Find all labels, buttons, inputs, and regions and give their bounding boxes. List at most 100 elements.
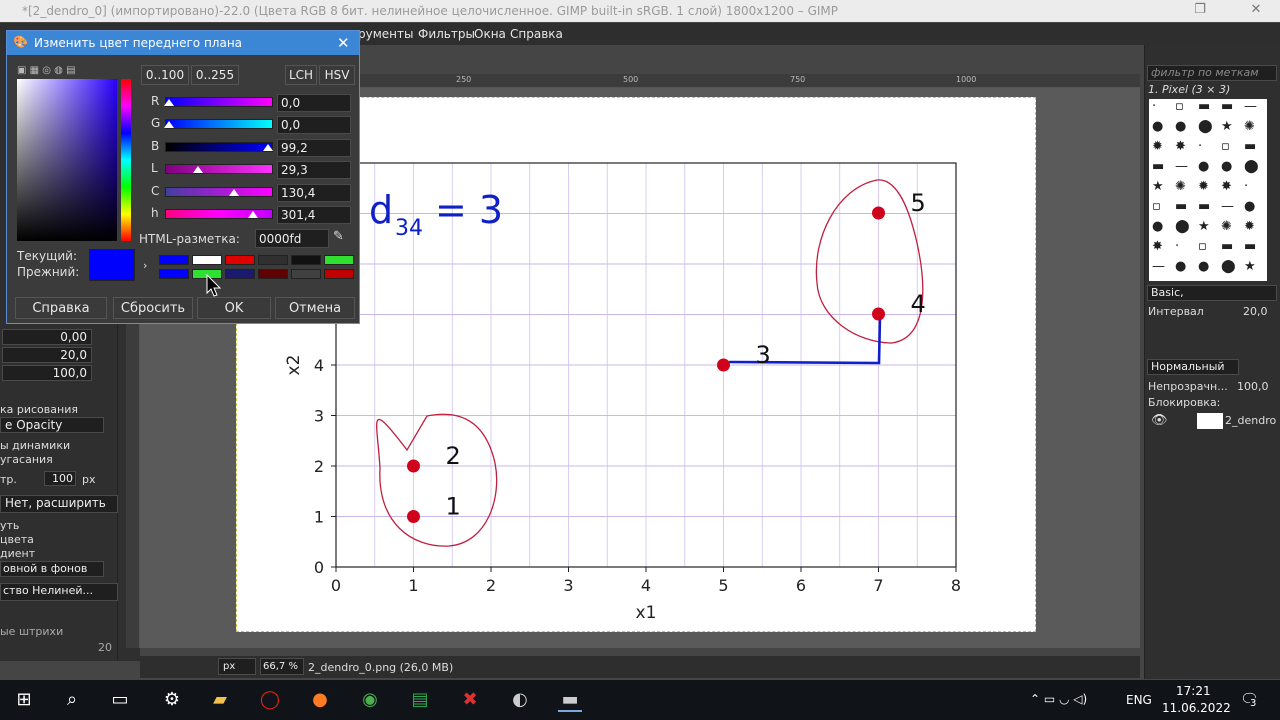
- brush-preset[interactable]: ▫: [1152, 199, 1161, 214]
- opera-icon[interactable]: ◯: [258, 688, 282, 712]
- html-color-input[interactable]: 0000fd: [255, 229, 329, 248]
- tag-filter-input[interactable]: фильтр по меткам: [1147, 65, 1277, 81]
- brush-preset[interactable]: ▬: [1221, 239, 1233, 254]
- color-square[interactable]: [17, 79, 117, 241]
- layer-name[interactable]: 2_dendro: [1225, 414, 1276, 427]
- brush-preset[interactable]: ●: [1152, 219, 1163, 234]
- brush-preset[interactable]: ✺: [1221, 219, 1232, 234]
- picker-tabs-icon[interactable]: ▣ ▦ ◎ ◍ ▤: [17, 65, 76, 76]
- windows-start-icon[interactable]: ⊞: [12, 688, 36, 712]
- ok-button[interactable]: OK: [197, 297, 271, 319]
- channel-value-input[interactable]: 0,0: [277, 116, 351, 135]
- menu-filters[interactable]: Фильтры: [418, 27, 475, 41]
- brush-preset[interactable]: ▬: [1244, 139, 1256, 154]
- menu-windows[interactable]: Окна: [474, 27, 506, 41]
- channel-value-input[interactable]: 130,4: [277, 183, 351, 202]
- brush-preset[interactable]: ▫: [1175, 99, 1184, 114]
- brush-preset[interactable]: ✺: [1175, 179, 1186, 194]
- restore-button[interactable]: ❐: [1180, 2, 1220, 20]
- unit-select[interactable]: px: [82, 473, 96, 486]
- clock-date[interactable]: 11.06.2022: [1162, 701, 1231, 715]
- language-indicator[interactable]: ENG: [1126, 693, 1152, 707]
- brush-preset[interactable]: ✹: [1152, 139, 1163, 154]
- brush-preset[interactable]: ▬: [1198, 99, 1210, 114]
- blend-field[interactable]: овной в фонов: [0, 561, 104, 577]
- option-value-3[interactable]: 100,0: [2, 365, 92, 381]
- history-swatch[interactable]: [324, 269, 354, 279]
- brush-preset[interactable]: ●: [1152, 119, 1163, 134]
- lch-button[interactable]: LCH: [285, 65, 317, 85]
- brush-preset[interactable]: —: [1175, 159, 1188, 174]
- slider-handle[interactable]: [193, 166, 204, 174]
- hsv-button[interactable]: HSV: [319, 65, 355, 85]
- brush-preset[interactable]: ▬: [1175, 199, 1187, 214]
- slider-handle[interactable]: [229, 188, 239, 196]
- option-value-1[interactable]: 0,00: [2, 329, 92, 345]
- brush-preset[interactable]: ·: [1198, 139, 1202, 154]
- history-swatch[interactable]: [324, 255, 354, 265]
- brush-preset[interactable]: ●: [1175, 259, 1186, 274]
- brush-preset[interactable]: ⬤: [1244, 159, 1259, 174]
- brush-preset-select[interactable]: Basic,: [1147, 285, 1277, 301]
- hue-strip[interactable]: [121, 79, 131, 241]
- channel-value-input[interactable]: 29,3: [277, 161, 351, 180]
- gimp-icon[interactable]: ▬: [558, 688, 582, 712]
- brush-preset[interactable]: ✸: [1152, 239, 1163, 254]
- tray-icons[interactable]: ⌃ ▭ ◡ ◁): [1030, 692, 1087, 706]
- brush-preset[interactable]: ●: [1244, 199, 1255, 214]
- task-view-icon[interactable]: ▭: [108, 688, 132, 712]
- clock-time[interactable]: 17:21: [1176, 684, 1211, 698]
- firefox-icon[interactable]: ●: [308, 688, 332, 712]
- history-swatch[interactable]: [225, 269, 255, 279]
- brush-grid[interactable]: · ▫ ▬ ▬ — ● ● ⬤ ★ ✺ ✹ ✸ · ▫ ▬ ▬ — ● ● ⬤ ★ ✺ ✹ ✸ · ▫ ▬ ▬ — ● ● ⬤ ★ ✺ ✹ ✸ · ▫ ▬ ▬…: [1149, 99, 1267, 281]
- channel-slider[interactable]: [165, 209, 273, 219]
- brush-preset[interactable]: ▫: [1221, 139, 1230, 154]
- search-icon[interactable]: ⌕: [60, 688, 84, 712]
- obs-icon[interactable]: ◐: [508, 688, 532, 712]
- channel-slider[interactable]: [165, 141, 274, 152]
- channel-slider[interactable]: [165, 164, 273, 175]
- reset-button[interactable]: Сбросить: [113, 297, 193, 319]
- brush-preset[interactable]: ✸: [1175, 139, 1186, 154]
- brush-preset[interactable]: ·: [1175, 239, 1179, 254]
- opacity-value[interactable]: 100,0: [1237, 380, 1269, 393]
- brush-preset[interactable]: ·: [1152, 99, 1156, 114]
- space-field[interactable]: ство Нелиней...: [0, 583, 118, 601]
- brush-preset[interactable]: —: [1152, 259, 1165, 274]
- close-window-button[interactable]: ✕: [1236, 2, 1276, 20]
- channel-slider[interactable]: [165, 186, 273, 197]
- history-swatch[interactable]: [291, 255, 321, 265]
- brush-preset[interactable]: ▫: [1198, 239, 1207, 254]
- dynamics-field[interactable]: e Opacity: [0, 417, 104, 433]
- slider-handle[interactable]: [263, 143, 274, 151]
- zoom-field[interactable]: 66,7 %: [260, 658, 304, 675]
- brush-preset[interactable]: ▬: [1198, 199, 1210, 214]
- chrome-icon[interactable]: ◉: [358, 688, 382, 712]
- app-icon[interactable]: ✖: [458, 688, 482, 712]
- brush-preset[interactable]: ★: [1198, 219, 1210, 234]
- unit-select[interactable]: px: [218, 658, 256, 675]
- brush-preset[interactable]: ▬: [1152, 159, 1164, 174]
- brush-preset[interactable]: ✹: [1244, 219, 1255, 234]
- range-100-button[interactable]: 0..100: [141, 65, 189, 85]
- help-button[interactable]: Справка: [15, 297, 107, 319]
- interval-value[interactable]: 20,0: [1243, 305, 1268, 318]
- brush-preset[interactable]: ●: [1198, 259, 1209, 274]
- channel-value-input[interactable]: 99,2: [277, 138, 351, 157]
- gear-icon[interactable]: ⚙: [160, 688, 184, 712]
- history-swatch[interactable]: [258, 255, 288, 265]
- eye-icon[interactable]: 👁: [1151, 413, 1168, 428]
- history-swatch[interactable]: [159, 255, 189, 265]
- chevron-right-icon[interactable]: ›: [143, 259, 147, 272]
- layer-thumbnail[interactable]: [1197, 413, 1223, 429]
- spreadsheet-icon[interactable]: ▤: [408, 688, 432, 712]
- folder-icon[interactable]: ▰: [208, 688, 232, 712]
- channel-value-input[interactable]: 301,4: [277, 206, 351, 224]
- range-255-button[interactable]: 0..255: [191, 65, 239, 85]
- brush-preset[interactable]: ▬: [1244, 239, 1256, 254]
- brush-preset[interactable]: ⬤: [1175, 219, 1190, 234]
- slider-handle[interactable]: [164, 121, 174, 129]
- brush-preset[interactable]: ★: [1221, 119, 1233, 134]
- brush-preset[interactable]: ●: [1198, 159, 1209, 174]
- channel-slider[interactable]: [164, 97, 273, 107]
